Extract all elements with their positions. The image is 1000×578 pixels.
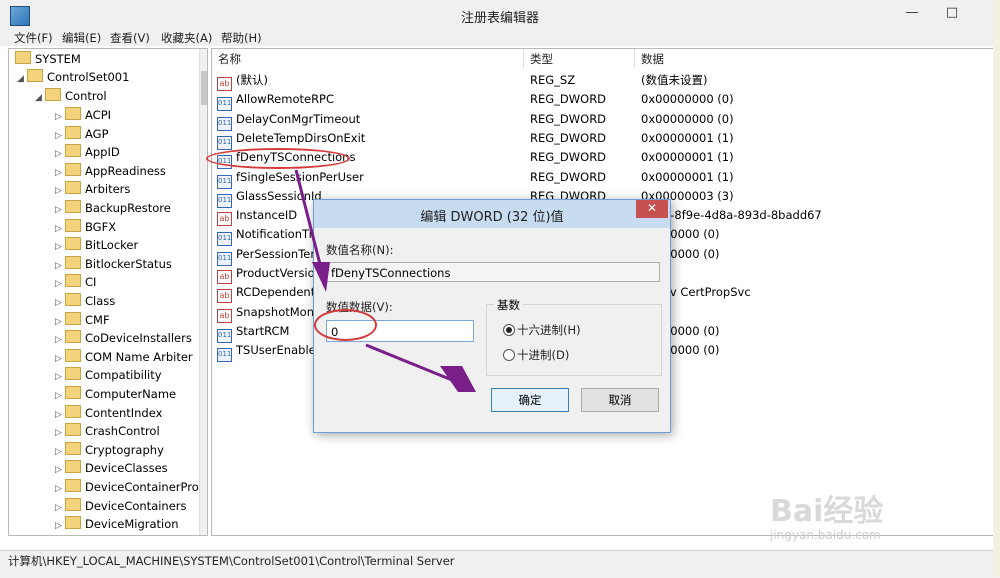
background-window-edge xyxy=(993,0,1000,577)
arrow-to-ok-button xyxy=(365,343,476,392)
baidu-watermark: Bai经验 xyxy=(770,494,884,529)
arrow-down-to-dialog xyxy=(294,169,330,292)
watermark-url: jingyan.baidu.com xyxy=(770,528,881,542)
